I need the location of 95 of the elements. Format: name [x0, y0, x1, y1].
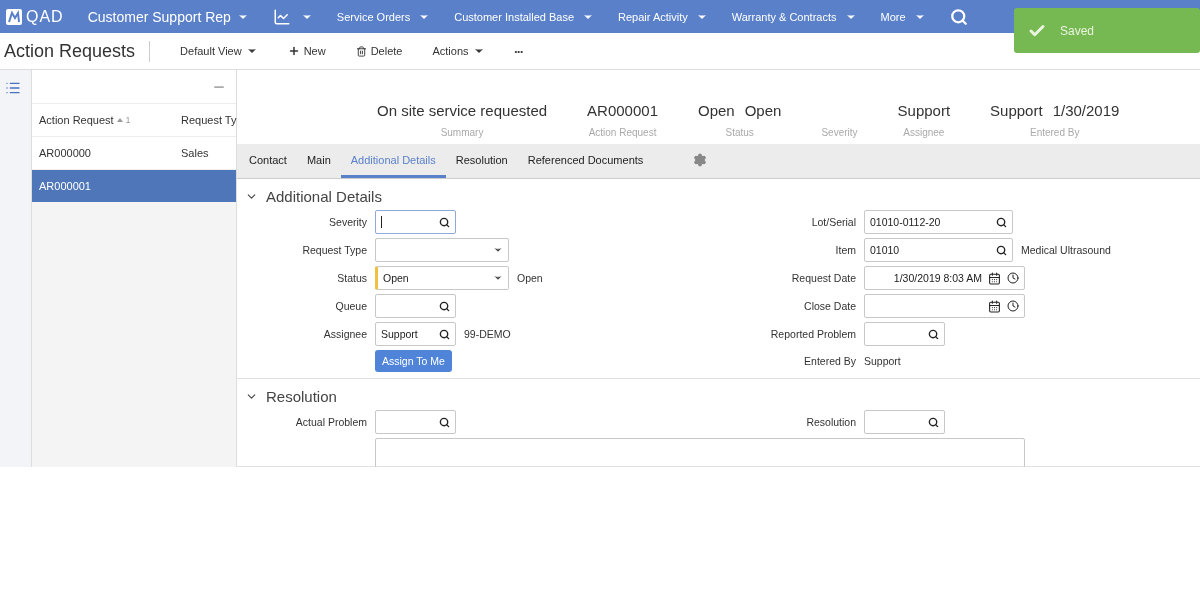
summary-label: Action Request	[588, 127, 657, 138]
column-header[interactable]: Action Request	[39, 114, 114, 126]
more-button[interactable]: •••	[514, 46, 523, 56]
lookup-field[interactable]	[864, 322, 945, 346]
sort-order: 1	[125, 115, 131, 125]
actions-dropdown[interactable]: Actions	[432, 45, 485, 57]
summary-label: Summary	[440, 127, 484, 138]
tab[interactable]: Main	[296, 144, 341, 178]
field-note: Medical Ultrasound	[1021, 244, 1111, 256]
summary-label: Entered By	[1029, 127, 1080, 138]
field-label: Close Date	[803, 300, 856, 312]
assign-to-me-button[interactable]: Assign To Me	[375, 350, 452, 372]
summary-value: On site service requested	[377, 102, 548, 121]
section-header[interactable]: Additional Details	[237, 179, 390, 210]
toast-message: Saved	[1060, 23, 1095, 38]
nav-menu[interactable]: Service Orders	[336, 10, 431, 23]
date-field[interactable]: 1/30/2019 8:03 AM	[864, 266, 1025, 290]
plus-icon	[287, 45, 300, 57]
lookup-field[interactable]	[864, 410, 945, 434]
logo: QAD	[6, 7, 64, 26]
delete-button[interactable]: Delete	[355, 45, 403, 57]
field-value: 01010	[870, 244, 901, 256]
calendar-icon[interactable]	[988, 299, 1001, 313]
list-row[interactable]: AR000001	[32, 169, 236, 202]
column-header[interactable]: Request Ty	[181, 114, 237, 126]
details-field[interactable]	[375, 438, 1025, 467]
list-icon[interactable]	[5, 80, 21, 96]
trash-icon	[355, 45, 367, 57]
field-value: Open	[383, 272, 410, 284]
dropdown-field[interactable]: Open	[375, 266, 509, 290]
nav-menu[interactable]: Repair Activity	[618, 10, 708, 23]
nav-menu[interactable]: Customer Installed Base	[454, 10, 595, 23]
summary-value: Support	[897, 102, 951, 121]
lookup-field[interactable]: 01010	[864, 238, 1013, 262]
field-label: Reported Problem	[769, 328, 856, 340]
text-cursor	[381, 216, 382, 228]
caret-icon	[493, 245, 503, 255]
caret-icon	[493, 273, 503, 283]
tab[interactable]: Resolution	[445, 144, 518, 178]
field-label: Severity	[328, 216, 367, 228]
search-icon[interactable]	[996, 244, 1007, 256]
field-label: Actual Problem	[294, 416, 367, 428]
summary-label: Status	[725, 127, 754, 138]
field-label: Resolution	[805, 416, 856, 428]
search-icon[interactable]	[996, 216, 1007, 228]
summary-label: Assignee	[903, 127, 945, 138]
summary-value: Open	[744, 102, 782, 121]
summary-value: AR000001	[587, 102, 658, 121]
search-icon[interactable]	[439, 416, 450, 428]
field-label: Status	[336, 272, 367, 284]
field-label: Item	[834, 244, 856, 256]
calendar-icon[interactable]	[988, 271, 1001, 285]
lookup-field[interactable]: Support	[375, 322, 456, 346]
search-icon[interactable]	[439, 328, 450, 340]
nav-menu[interactable]: More	[880, 10, 926, 23]
summary-value: Support	[990, 102, 1043, 121]
search-icon[interactable]	[439, 216, 450, 228]
tab[interactable]: Contact	[239, 144, 297, 178]
lookup-field[interactable]	[375, 410, 456, 434]
tab[interactable]: Referenced Documents	[517, 144, 654, 178]
role-menu[interactable]: Customer Support Rep	[87, 8, 249, 25]
view-dropdown[interactable]: Default View	[180, 45, 258, 57]
field-value: Support	[381, 328, 419, 340]
field-label: Entered By	[803, 355, 856, 367]
search-icon[interactable]	[928, 328, 939, 340]
field-label: Request Date	[790, 272, 856, 284]
lookup-field[interactable]: 01010-0112-20	[864, 210, 1013, 234]
search-icon[interactable]	[439, 300, 450, 312]
field-note: Open	[517, 272, 543, 284]
summary-label: Severity	[821, 127, 858, 138]
summary-value: 1/30/2019	[1052, 102, 1120, 121]
chart-icon[interactable]	[272, 7, 291, 26]
field-label: Assignee	[322, 328, 367, 340]
date-field[interactable]	[864, 294, 1025, 318]
field-value: 01010-0112-20	[870, 216, 942, 228]
field-value: 1/30/2019 8:03 AM	[892, 272, 982, 284]
section-header[interactable]: Resolution	[237, 379, 345, 410]
field-label: Lot/Serial	[810, 216, 856, 228]
field-label: Queue	[334, 300, 367, 312]
sort-icon	[116, 118, 123, 122]
summary-value: Open	[698, 102, 735, 121]
nav-menu[interactable]: Warranty & Contracts	[731, 10, 857, 23]
search-icon[interactable]	[928, 416, 939, 428]
clock-icon[interactable]	[1007, 300, 1019, 312]
clock-icon[interactable]	[1007, 272, 1019, 284]
gear-icon	[693, 152, 708, 167]
field-label: Request Type	[301, 244, 367, 256]
list-row[interactable]: AR000000 Sales	[32, 136, 236, 169]
field-value: Support	[864, 355, 901, 367]
lookup-field[interactable]	[375, 210, 456, 234]
new-button[interactable]: New	[287, 45, 326, 57]
field-note: 99-DEMO	[464, 328, 511, 340]
dropdown-field[interactable]	[375, 238, 509, 262]
page-title: Action Requests	[4, 40, 151, 62]
lookup-field[interactable]	[375, 294, 456, 318]
